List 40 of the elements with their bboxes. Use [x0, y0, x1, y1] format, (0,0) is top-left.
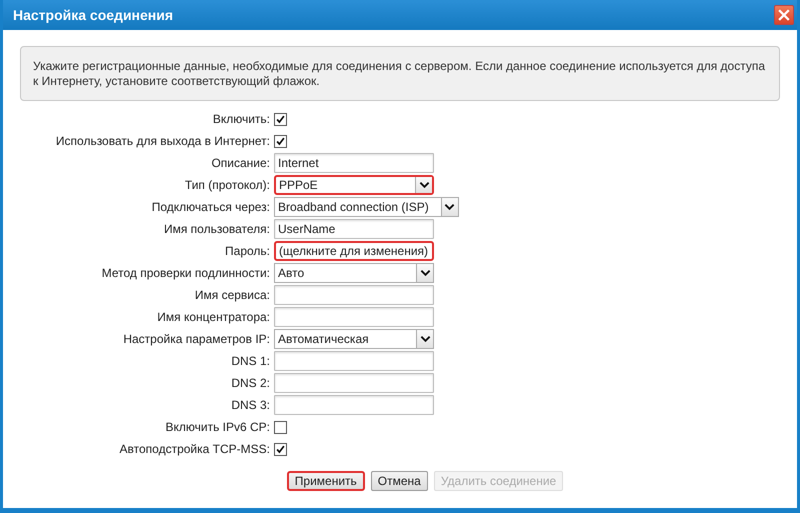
caret-icon[interactable]	[415, 177, 432, 193]
field-label: Подключаться через:	[150, 199, 270, 216]
caret-icon[interactable]	[416, 330, 433, 348]
input-field[interactable]: (щелкните для изменения)	[274, 241, 434, 261]
input-field[interactable]	[274, 373, 434, 393]
field-label: Метод проверки подлинности:	[100, 265, 270, 282]
field-label: Включить IPv6 CP:	[164, 419, 270, 436]
field-label: Настройка параметров IP:	[122, 331, 270, 348]
field-label: Имя концентратора:	[156, 309, 270, 326]
input-field[interactable]	[274, 395, 434, 415]
dialog-button[interactable]: Отмена	[370, 471, 428, 491]
field-label: DNS 1:	[230, 353, 270, 370]
caret-icon[interactable]	[440, 198, 458, 216]
field-label: Автоподстройка TCP-MSS:	[118, 441, 270, 458]
dialog-button[interactable]: Применить	[286, 471, 365, 491]
checkbox[interactable]	[274, 112, 287, 126]
field-label: Использовать для выхода в Интернет:	[54, 133, 270, 150]
caret-icon[interactable]	[416, 264, 433, 282]
field-label: Тип (протокол):	[184, 177, 270, 194]
field-label: Имя пользователя:	[162, 221, 270, 238]
field-label: Пароль:	[224, 243, 270, 260]
input-field[interactable]	[274, 285, 434, 305]
checkbox[interactable]	[274, 134, 287, 148]
input-field[interactable]: UserName	[274, 219, 434, 239]
dropdown[interactable]: Broadband connection (ISP)	[274, 197, 459, 217]
field-label: DNS 3:	[230, 397, 270, 414]
checkbox[interactable]	[274, 420, 287, 434]
window-title: Настройка соединения	[13, 7, 174, 23]
field-label: Описание:	[210, 155, 270, 172]
info-message: Укажите регистрационные данные, необходимые для соединения с сервером. Если данное соединение используется для доступа к Интернету, установите соответствующий флажок.	[20, 46, 780, 101]
field-label: DNS 2:	[230, 375, 270, 392]
input-field[interactable]: Internet	[274, 153, 434, 173]
dropdown[interactable]: Автоматическая	[274, 329, 434, 349]
input-field[interactable]	[274, 351, 434, 371]
field-label: Включить:	[212, 111, 270, 128]
dropdown[interactable]: PPPoE	[274, 175, 434, 195]
checkbox[interactable]	[274, 442, 287, 456]
input-field[interactable]	[274, 307, 434, 327]
dropdown[interactable]: Авто	[274, 263, 434, 283]
field-label: Имя сервиса:	[194, 287, 270, 304]
